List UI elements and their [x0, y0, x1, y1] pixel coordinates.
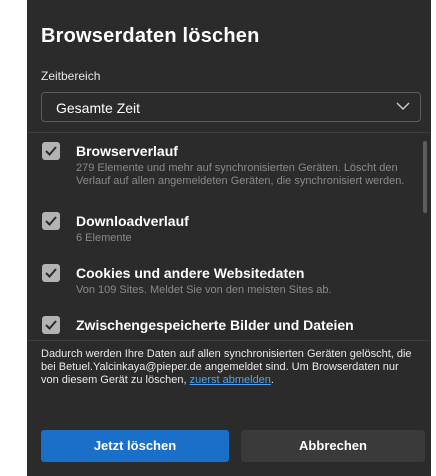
checkbox-download-history[interactable]	[42, 212, 60, 230]
notice-suffix: .	[270, 374, 274, 386]
item-description: 6 Elemente	[76, 232, 132, 244]
checkbox-browser-history[interactable]	[42, 142, 60, 160]
divider-bottom	[27, 340, 431, 341]
checkmark-icon	[45, 146, 57, 156]
list-scrollbar[interactable]	[423, 141, 427, 213]
clear-browsing-data-dialog: × Browserdaten löschen Zeitbereich Gesam…	[27, 0, 431, 476]
time-range-value: Gesamte Zeit	[56, 100, 141, 116]
sync-notice: Dadurch werden Ihre Daten auf allen sync…	[41, 348, 416, 387]
clear-now-button[interactable]: Jetzt löschen	[41, 430, 229, 462]
sign-out-first-link[interactable]: zuerst abmelden	[190, 374, 271, 386]
item-title: Browserverlauf	[76, 143, 178, 159]
item-title: Cookies und andere Websitedaten	[76, 265, 305, 281]
checkbox-cached-images[interactable]	[42, 316, 60, 334]
cancel-button[interactable]: Abbrechen	[241, 430, 425, 462]
checkbox-cookies[interactable]	[42, 264, 60, 282]
item-title: Downloadverlauf	[76, 213, 189, 229]
item-description: Von 109 Sites. Meldet Sie von den meiste…	[76, 284, 332, 296]
item-description: 279 Elemente und mehr auf synchronisiert…	[76, 162, 405, 187]
checkmark-icon	[45, 320, 57, 330]
time-range-select[interactable]: Gesamte Zeit	[41, 92, 421, 122]
dialog-title: Browserdaten löschen	[41, 25, 260, 47]
checkmark-icon	[45, 268, 57, 278]
divider-top	[27, 132, 431, 133]
time-range-label: Zeitbereich	[41, 69, 101, 83]
chevron-down-icon	[396, 102, 410, 110]
item-title: Zwischengespeicherte Bilder und Dateien	[76, 317, 354, 333]
data-types-list: Browserverlauf 279 Elemente und mehr auf…	[41, 140, 411, 340]
checkmark-icon	[45, 216, 57, 226]
